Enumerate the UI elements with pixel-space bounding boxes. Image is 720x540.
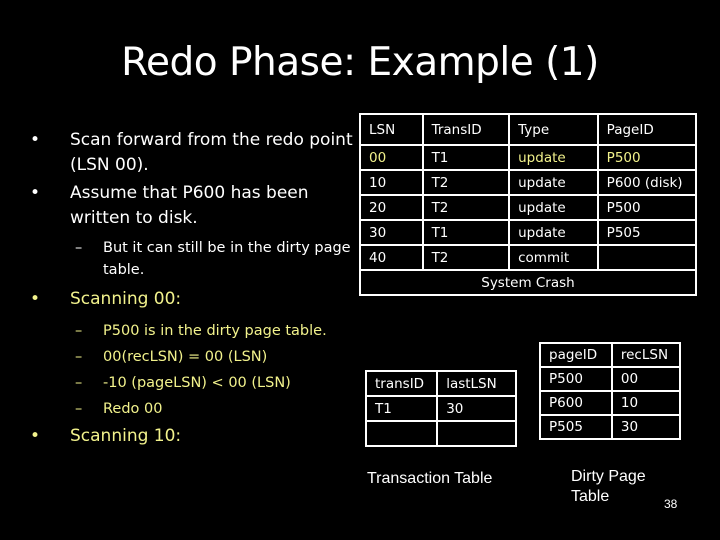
dirty-page-table: pageID recLSN P500 00 P600 10 P505 30 (539, 342, 682, 440)
cell-transid: T1 (364, 395, 439, 422)
dash-marker: – (75, 401, 83, 417)
table-row: 30 T1 update P505 (359, 219, 698, 246)
cell-pageid: P505 (596, 219, 698, 246)
bullet-item: • Scanning 10: (28, 424, 358, 449)
transaction-table-label: Transaction Table (367, 470, 493, 487)
cell-lastlsn: 30 (436, 395, 517, 422)
bullet-text: But it can still be in the dirty page ta… (103, 240, 351, 278)
transaction-table: transID lastLSN T1 30 (364, 370, 517, 447)
system-crash-row: System Crash (359, 269, 697, 296)
bullet-marker: • (30, 426, 41, 446)
cell-reclsn: 10 (610, 390, 682, 416)
cell-pageid (596, 244, 698, 271)
transaction-table-header: transID lastLSN (364, 370, 517, 397)
cell-transid: T2 (421, 169, 511, 196)
cell-transid: T1 (421, 219, 511, 246)
bullet-marker: • (30, 289, 41, 309)
cell-pageid: P600 (disk) (596, 169, 698, 196)
table-row: 00 T1 update P500 (359, 144, 698, 171)
bullet-item: • Assume that P600 has been written to di… (28, 181, 358, 231)
log-table-header: LSN TransID Type PageID (359, 113, 698, 146)
cell-type: update (508, 194, 599, 221)
bullet-text: Assume that P600 has been written to dis… (70, 183, 309, 228)
dirty-page-table-label-line1: Dirty Page (571, 468, 646, 485)
table-row (364, 420, 517, 447)
cell-pageid: P505 (539, 414, 613, 440)
dirty-page-table-header: pageID recLSN (539, 342, 682, 368)
cell-pageid: P500 (596, 144, 698, 171)
dash-marker: – (75, 323, 83, 339)
cell-pageid: P600 (539, 390, 613, 416)
header-cell-lsn: LSN (359, 113, 424, 146)
header-cell-reclsn: recLSN (610, 342, 682, 368)
bullet-text: Scan forward from the redo point (LSN 00… (70, 130, 353, 175)
bullet-text: Scanning 10: (70, 426, 182, 446)
header-cell-pageid: PageID (596, 113, 698, 146)
bullet-text: Redo 00 (103, 401, 163, 417)
sub-bullet-item: – But it can still be in the dirty page t… (28, 237, 358, 281)
header-cell-pageid: pageID (539, 342, 613, 368)
cell-pageid: P500 (539, 366, 613, 392)
cell-type: commit (508, 244, 599, 271)
dash-marker: – (75, 375, 83, 391)
cell-lsn: 30 (359, 219, 424, 246)
header-cell-lastlsn: lastLSN (436, 370, 517, 397)
bullet-marker: • (30, 130, 41, 150)
table-row: P600 10 (539, 390, 682, 416)
cell-transid: T2 (421, 194, 511, 221)
cell-lastlsn (436, 420, 517, 447)
sub-bullet-item: – P500 is in the dirty page table. (28, 320, 358, 342)
header-cell-transid: transID (364, 370, 439, 397)
header-cell-type: Type (508, 113, 599, 146)
dirty-page-table-label: Dirty Page Table (571, 467, 646, 507)
page-number: 38 (664, 497, 678, 511)
table-row: 40 T2 commit (359, 244, 698, 271)
cell-type: update (508, 144, 599, 171)
cell-type: update (508, 169, 599, 196)
sub-bullet-item: – 00(recLSN) = 00 (LSN) (28, 346, 358, 368)
sub-bullet-item: – -10 (pageLSN) < 00 (LSN) (28, 372, 358, 394)
header-cell-transid: TransID (421, 113, 511, 146)
cell-transid: T2 (421, 244, 511, 271)
cell-pageid: P500 (596, 194, 698, 221)
bullet-item: • Scan forward from the redo point (LSN 0… (28, 128, 358, 178)
cell-lsn: 00 (359, 144, 424, 171)
cell-transid (364, 420, 439, 447)
log-table: LSN TransID Type PageID 00 T1 update P50… (359, 113, 698, 296)
bullet-text: -10 (pageLSN) < 00 (LSN) (103, 375, 291, 391)
cell-type: update (508, 219, 599, 246)
table-row: 10 T2 update P600 (disk) (359, 169, 698, 196)
cell-lsn: 20 (359, 194, 424, 221)
system-crash-label: System Crash (359, 269, 697, 296)
bullet-text: Scanning 00: (70, 289, 182, 309)
table-row: 20 T2 update P500 (359, 194, 698, 221)
bullet-text: 00(recLSN) = 00 (LSN) (103, 349, 268, 365)
bullet-text: P500 is in the dirty page table. (103, 323, 327, 339)
cell-reclsn: 00 (610, 366, 682, 392)
cell-lsn: 10 (359, 169, 424, 196)
bullet-item: • Scanning 00: (28, 287, 358, 312)
table-row: P500 00 (539, 366, 682, 392)
slide-title: Redo Phase: Example (1) (121, 40, 599, 85)
dirty-page-table-label-line2: Table (571, 488, 610, 505)
bullet-list: • Scan forward from the redo point (LSN 0… (28, 128, 358, 452)
table-row: P505 30 (539, 414, 682, 440)
dash-marker: – (75, 349, 83, 365)
cell-lsn: 40 (359, 244, 424, 271)
sub-bullet-item: – Redo 00 (28, 398, 358, 420)
dash-marker: – (75, 240, 83, 256)
bullet-marker: • (30, 183, 41, 203)
table-row: T1 30 (364, 395, 517, 422)
cell-reclsn: 30 (610, 414, 682, 440)
cell-transid: T1 (421, 144, 511, 171)
